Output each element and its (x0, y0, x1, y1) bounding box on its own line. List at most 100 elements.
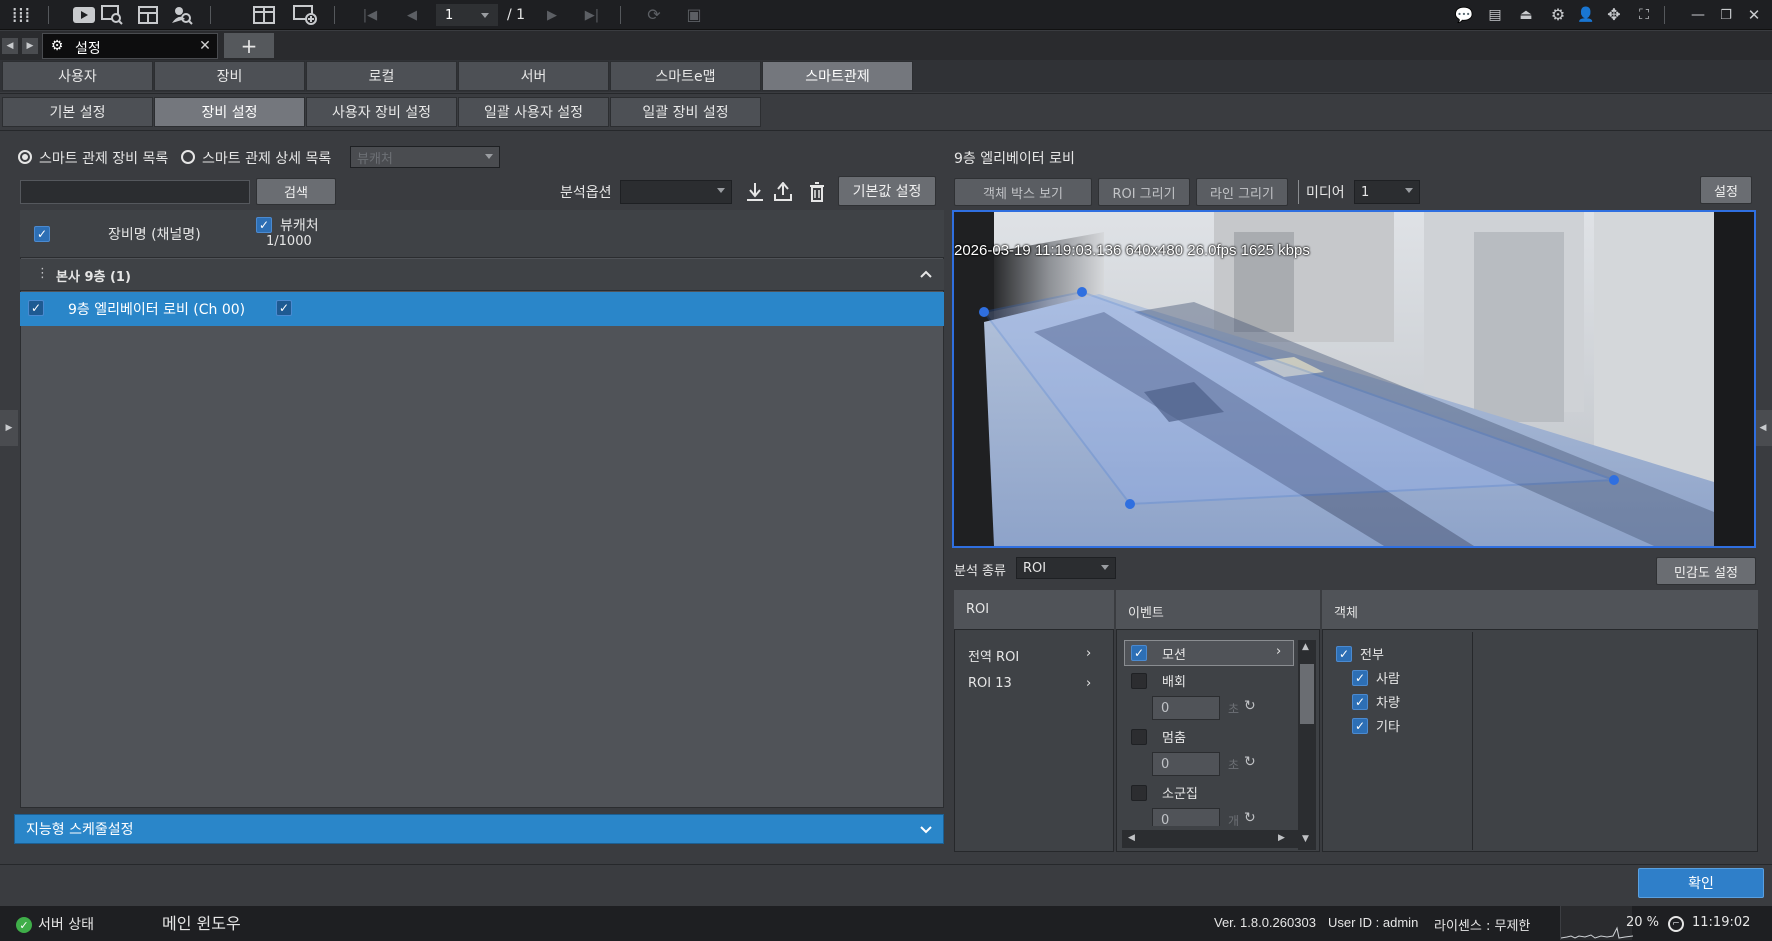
radio-detail-list[interactable] (181, 150, 195, 164)
viewcatcher-all-checkbox[interactable]: ✓ (256, 217, 272, 233)
download-icon[interactable] (744, 180, 766, 204)
analysis-type-select[interactable]: ROI (1016, 557, 1116, 579)
first-page-icon[interactable]: |◀ (360, 5, 380, 25)
playback-search-icon[interactable] (100, 4, 124, 26)
scroll-down-icon[interactable]: ▼ (1302, 834, 1309, 844)
split-view-icon[interactable] (252, 4, 276, 26)
chevron-right-icon[interactable]: › (1086, 676, 1091, 691)
event-vscroll-thumb[interactable] (1300, 664, 1314, 724)
chevron-down-icon[interactable] (918, 822, 934, 838)
add-screen-icon[interactable] (292, 4, 318, 26)
video-view[interactable]: 2026-03-19 11:19:03.136 640x480 26.0fps … (952, 210, 1756, 548)
radio-detail-list-label[interactable]: 스마트 관제 상세 목록 (202, 148, 331, 168)
tab-local[interactable]: 로컬 (306, 61, 457, 91)
radio-device-list[interactable] (18, 150, 32, 164)
subtab-user-device[interactable]: 사용자 장비 설정 (306, 97, 457, 127)
analysis-option-select[interactable] (620, 180, 732, 204)
crowd-input[interactable]: 0 (1152, 808, 1220, 826)
tab-close-icon[interactable]: ✕ (197, 38, 213, 54)
alarm-icon[interactable]: ⏏ (1516, 6, 1536, 24)
subtab-device-settings[interactable]: 장비 설정 (154, 97, 305, 127)
tab-server[interactable]: 서버 (458, 61, 609, 91)
crowd-checkbox[interactable] (1131, 785, 1147, 801)
object-vehicle-checkbox[interactable]: ✓ (1352, 694, 1368, 710)
select-all-checkbox[interactable]: ✓ (34, 226, 50, 242)
move-icon[interactable]: ✥ (1604, 6, 1624, 24)
camera-settings-button[interactable]: 설정 (1700, 176, 1752, 204)
source-select[interactable]: 뷰캐처 (350, 146, 500, 168)
scroll-up-icon[interactable]: ▲ (1302, 642, 1309, 652)
chat-icon[interactable]: 💬 (1454, 6, 1474, 24)
stop-input[interactable]: 0 (1152, 752, 1220, 776)
tab-smart-control[interactable]: 스마트관제 (762, 61, 913, 91)
trash-icon[interactable] (806, 180, 828, 204)
last-page-icon[interactable]: ▶| (582, 5, 602, 25)
roi-handle[interactable] (1077, 287, 1087, 297)
loiter-input[interactable]: 0 (1152, 696, 1220, 720)
roi-item-global[interactable]: 전역 ROI (968, 646, 1019, 665)
sensitivity-button[interactable]: 민감도 설정 (1656, 557, 1756, 585)
close-icon[interactable]: ✕ (1744, 6, 1764, 24)
tab-scroll-left-icon[interactable]: ◀ (2, 38, 18, 54)
chevron-right-icon[interactable]: › (1276, 644, 1281, 659)
page-dropdown-icon[interactable] (481, 13, 489, 18)
event-motion-row[interactable] (1124, 640, 1294, 666)
left-collapse-handle[interactable]: ▶ (0, 410, 18, 446)
scroll-left-icon[interactable]: ◀ (1128, 833, 1135, 843)
gear-icon[interactable]: ⚙ (1548, 6, 1568, 24)
confirm-button[interactable]: 확인 (1638, 868, 1764, 898)
next-page-icon[interactable]: ▶ (542, 5, 562, 25)
object-all-checkbox[interactable]: ✓ (1336, 646, 1352, 662)
loiter-checkbox[interactable] (1131, 673, 1147, 689)
minimize-icon[interactable]: — (1688, 6, 1708, 24)
motion-checkbox[interactable]: ✓ (1131, 645, 1147, 661)
subtab-basic[interactable]: 기본 설정 (2, 97, 153, 127)
radio-device-list-label[interactable]: 스마트 관제 장비 목록 (39, 148, 168, 168)
roi-handle[interactable] (1609, 475, 1619, 485)
roi-handle[interactable] (1125, 499, 1135, 509)
tab-settings[interactable]: ⚙ 설정 ✕ (42, 33, 218, 59)
search-button[interactable]: 검색 (256, 178, 336, 205)
server-status[interactable]: 서버 상태 (38, 914, 94, 934)
stop-checkbox[interactable] (1131, 729, 1147, 745)
screen-capture-icon[interactable]: ▣ (682, 4, 706, 26)
device-status-icon[interactable]: ▤ (1484, 6, 1506, 24)
tab-user[interactable]: 사용자 (2, 61, 153, 91)
restore-icon[interactable]: ❐ (1716, 6, 1736, 24)
tab-smart-emap[interactable]: 스마트e맵 (610, 61, 761, 91)
scroll-right-icon[interactable]: ▶ (1278, 833, 1285, 843)
subtab-bulk-user[interactable]: 일괄 사용자 설정 (458, 97, 609, 127)
tab-scroll-right-icon[interactable]: ▶ (22, 38, 38, 54)
live-play-icon[interactable] (72, 4, 96, 26)
group-row[interactable] (20, 259, 944, 291)
line-draw-button[interactable]: 라인 그리기 (1196, 178, 1288, 206)
object-other-checkbox[interactable]: ✓ (1352, 718, 1368, 734)
screen-rotate-icon[interactable]: ⟳ (642, 4, 666, 26)
chevron-right-icon[interactable]: › (1086, 646, 1091, 661)
roi-draw-button[interactable]: ROI 그리기 (1098, 178, 1190, 206)
fullscreen-icon[interactable]: ⛶ (1634, 6, 1654, 24)
tab-device[interactable]: 장비 (154, 61, 305, 91)
upload-icon[interactable] (772, 180, 794, 204)
device-row-checkbox[interactable]: ✓ (28, 300, 44, 316)
right-collapse-handle[interactable]: ◀ (1754, 410, 1772, 446)
object-person-checkbox[interactable]: ✓ (1352, 670, 1368, 686)
user-icon[interactable]: 👤 (1576, 6, 1596, 24)
media-select[interactable]: 1 (1354, 180, 1420, 204)
subtab-bulk-device[interactable]: 일괄 장비 설정 (610, 97, 761, 127)
refresh-icon[interactable]: ↻ (1244, 810, 1256, 826)
event-hscrollbar[interactable] (1122, 830, 1298, 848)
apps-grid-icon[interactable]: ⁞⁞⁞ (10, 4, 32, 26)
default-settings-button[interactable]: 기본값 설정 (838, 176, 936, 206)
prev-page-icon[interactable]: ◀ (402, 5, 422, 25)
refresh-icon[interactable]: ↻ (1244, 698, 1256, 714)
schedule-bar[interactable] (14, 814, 944, 844)
search-input[interactable] (20, 180, 250, 204)
object-box-button[interactable]: 객체 박스 보기 (954, 178, 1092, 206)
roi-item-13[interactable]: ROI 13 (968, 676, 1012, 691)
layout-icon[interactable] (136, 4, 160, 26)
person-search-icon[interactable] (170, 4, 194, 26)
device-viewcatcher-checkbox[interactable]: ✓ (276, 300, 292, 316)
roi-handle[interactable] (979, 307, 989, 317)
refresh-icon[interactable]: ↻ (1244, 754, 1256, 770)
